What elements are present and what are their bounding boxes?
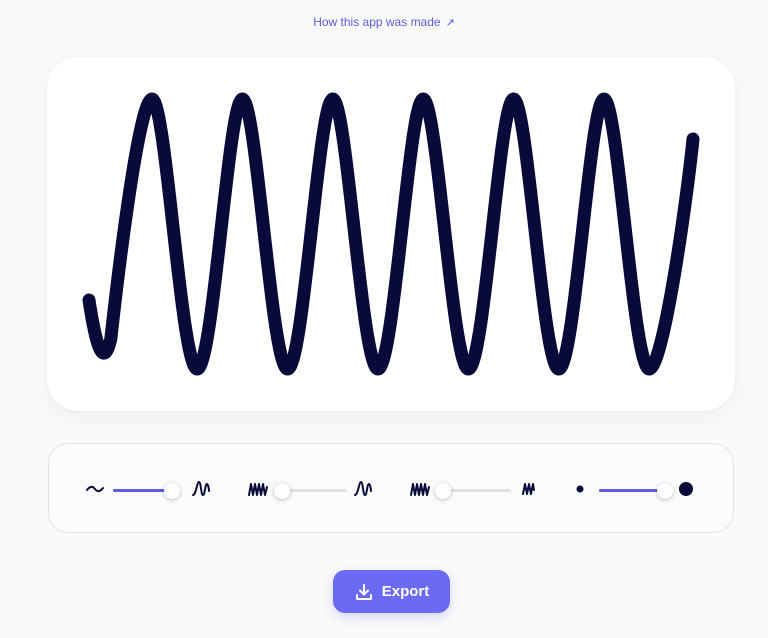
compression-control: [409, 444, 539, 534]
download-icon: [355, 583, 372, 600]
dense-wave-icon: [248, 483, 268, 496]
amplitude-slider-thumb[interactable]: [163, 483, 180, 499]
large-dot-icon: [679, 482, 693, 496]
how-made-label: How this app was made: [313, 15, 441, 29]
controls-panel: [48, 443, 734, 533]
wave-svg: [82, 92, 700, 376]
amplitude-control: [85, 444, 215, 534]
wave-line: [82, 92, 700, 376]
compression-slider-thumb[interactable]: [434, 483, 451, 499]
arrow-up-right-icon: ↗: [445, 17, 455, 29]
frequency-slider-thumb[interactable]: [274, 483, 291, 499]
wave-canvas: [47, 57, 735, 411]
flat-wave-icon: [86, 485, 104, 493]
narrow-wave-icon: [522, 483, 535, 495]
sparse-wave-icon: [354, 480, 372, 497]
small-dot-icon: [576, 485, 584, 493]
thickness-slider-thumb[interactable]: [657, 483, 674, 499]
export-label: Export: [381, 583, 430, 600]
how-made-link[interactable]: How this app was made ↗: [0, 13, 768, 32]
page: How this app was made ↗ Export: [0, 0, 768, 638]
thickness-slider-fill: [599, 489, 666, 492]
thickness-control: [575, 444, 725, 534]
export-button[interactable]: Export: [333, 570, 450, 613]
dense-wave-icon: [410, 483, 430, 496]
frequency-control: [247, 444, 377, 534]
tall-wave-icon: [192, 480, 210, 497]
